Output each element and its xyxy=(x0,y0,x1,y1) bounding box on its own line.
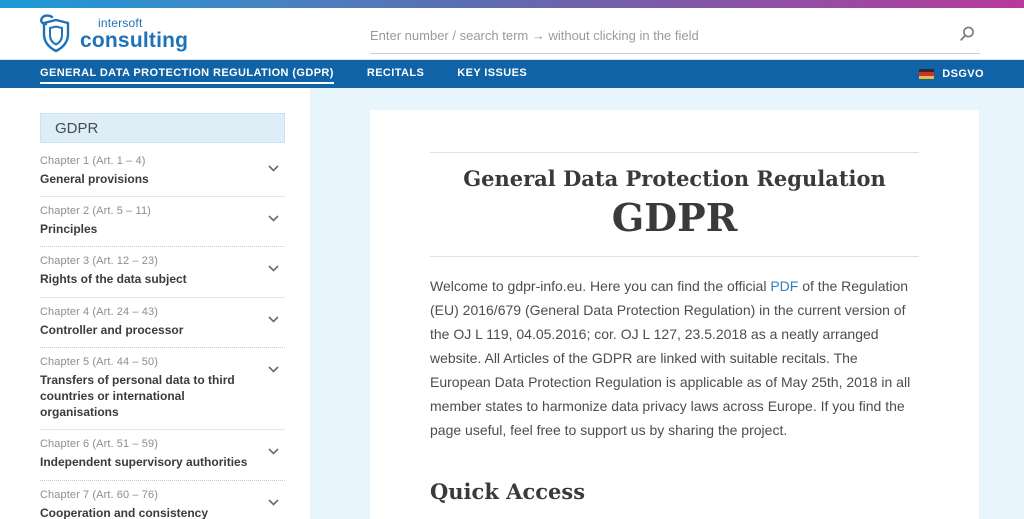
logo-text: intersoft consulting xyxy=(80,17,188,51)
nav-item-key-issues[interactable]: KEY ISSUES xyxy=(457,64,527,84)
sidebar-title: GDPR xyxy=(40,113,285,143)
chapter-title: Cooperation and consistency xyxy=(40,505,209,519)
chevron-down-icon xyxy=(268,360,279,378)
chapter-range: Chapter 1 (Art. 1 – 4) xyxy=(40,155,146,167)
page-title: GDPR xyxy=(611,195,738,240)
nav-item-gdpr[interactable]: GENERAL DATA PROTECTION REGULATION (GDPR… xyxy=(40,64,334,84)
chevron-down-icon xyxy=(268,442,279,460)
sidebar-item-chapter-1[interactable]: Chapter 1 (Art. 1 – 4) General provision… xyxy=(40,147,285,198)
intro-paragraph: Welcome to gdpr-info.eu. Here you can fi… xyxy=(430,274,919,443)
pdf-link[interactable]: PDF xyxy=(770,278,798,294)
chapter-title: Principles xyxy=(40,222,98,237)
chevron-down-icon xyxy=(268,159,279,177)
language-label: DSGVO xyxy=(942,68,984,80)
intersoft-logo[interactable]: intersoft consulting xyxy=(38,14,188,54)
brand-gradient-bar xyxy=(0,0,1024,8)
language-switch[interactable]: DSGVO xyxy=(919,60,984,88)
chevron-down-icon xyxy=(268,493,279,511)
nav-item-recitals[interactable]: RECITALS xyxy=(367,64,424,84)
chapter-title: Independent supervisory authorities xyxy=(40,455,248,470)
german-flag-icon xyxy=(919,69,935,79)
sidebar-item-chapter-2[interactable]: Chapter 2 (Art. 5 – 11) Principles xyxy=(40,197,285,248)
sidebar: GDPR Chapter 1 (Art. 1 – 4) General prov… xyxy=(0,88,310,519)
chapter-range: Chapter 3 (Art. 12 – 23) xyxy=(40,255,158,268)
chapter-range: Chapter 6 (Art. 51 – 59) xyxy=(40,438,158,451)
chevron-down-icon xyxy=(268,310,279,328)
sidebar-item-chapter-3[interactable]: Chapter 3 (Art. 12 – 23) Rights of the d… xyxy=(40,247,285,298)
chapter-range: Chapter 2 (Art. 5 – 11) xyxy=(40,205,151,218)
article-card: General Data Protection Regulation GDPR … xyxy=(370,110,979,519)
sidebar-item-chapter-6[interactable]: Chapter 6 (Art. 51 – 59) Independent sup… xyxy=(40,430,285,481)
header: intersoft consulting xyxy=(0,8,1024,60)
chapter-title: Controller and processor xyxy=(40,322,184,337)
search-input[interactable] xyxy=(370,28,954,43)
main-nav: GENERAL DATA PROTECTION REGULATION (GDPR… xyxy=(0,60,1024,88)
chapter-range: Chapter 4 (Art. 24 – 43) xyxy=(40,305,158,318)
sidebar-item-chapter-4[interactable]: Chapter 4 (Art. 24 – 43) Controller and … xyxy=(40,298,285,348)
sidebar-item-chapter-5[interactable]: Chapter 5 (Art. 44 – 50) Transfers of pe… xyxy=(40,348,285,431)
main-area: General Data Protection Regulation GDPR … xyxy=(310,88,1024,519)
divider xyxy=(430,256,919,257)
logo-line1: intersoft xyxy=(98,16,143,30)
content-area: GDPR Chapter 1 (Art. 1 – 4) General prov… xyxy=(0,88,1024,519)
shield-icon xyxy=(38,14,74,54)
search-bar xyxy=(370,18,980,54)
chapter-range: Chapter 7 (Art. 60 – 76) xyxy=(40,488,158,501)
intro-text-after: of the Regulation (EU) 2016/679 (General… xyxy=(430,278,911,439)
page-subtitle: General Data Protection Regulation xyxy=(463,166,886,191)
chevron-down-icon xyxy=(268,209,279,227)
search-button[interactable] xyxy=(954,23,980,48)
chapter-title: Transfers of personal data to third coun… xyxy=(40,372,235,420)
quick-access-title: Quick Access xyxy=(430,478,586,504)
intro-text-before: Welcome to gdpr-info.eu. Here you can fi… xyxy=(430,278,771,294)
search-icon xyxy=(958,26,976,46)
sidebar-item-chapter-7[interactable]: Chapter 7 (Art. 60 – 76) Cooperation and… xyxy=(40,481,285,519)
chapter-title: General provisions xyxy=(40,172,149,186)
logo-line2: consulting xyxy=(80,29,189,52)
divider xyxy=(430,152,919,153)
chapter-range: Chapter 5 (Art. 44 – 50) xyxy=(40,355,158,368)
chevron-down-icon xyxy=(268,259,279,277)
chapter-title: Rights of the data subject xyxy=(40,272,187,287)
